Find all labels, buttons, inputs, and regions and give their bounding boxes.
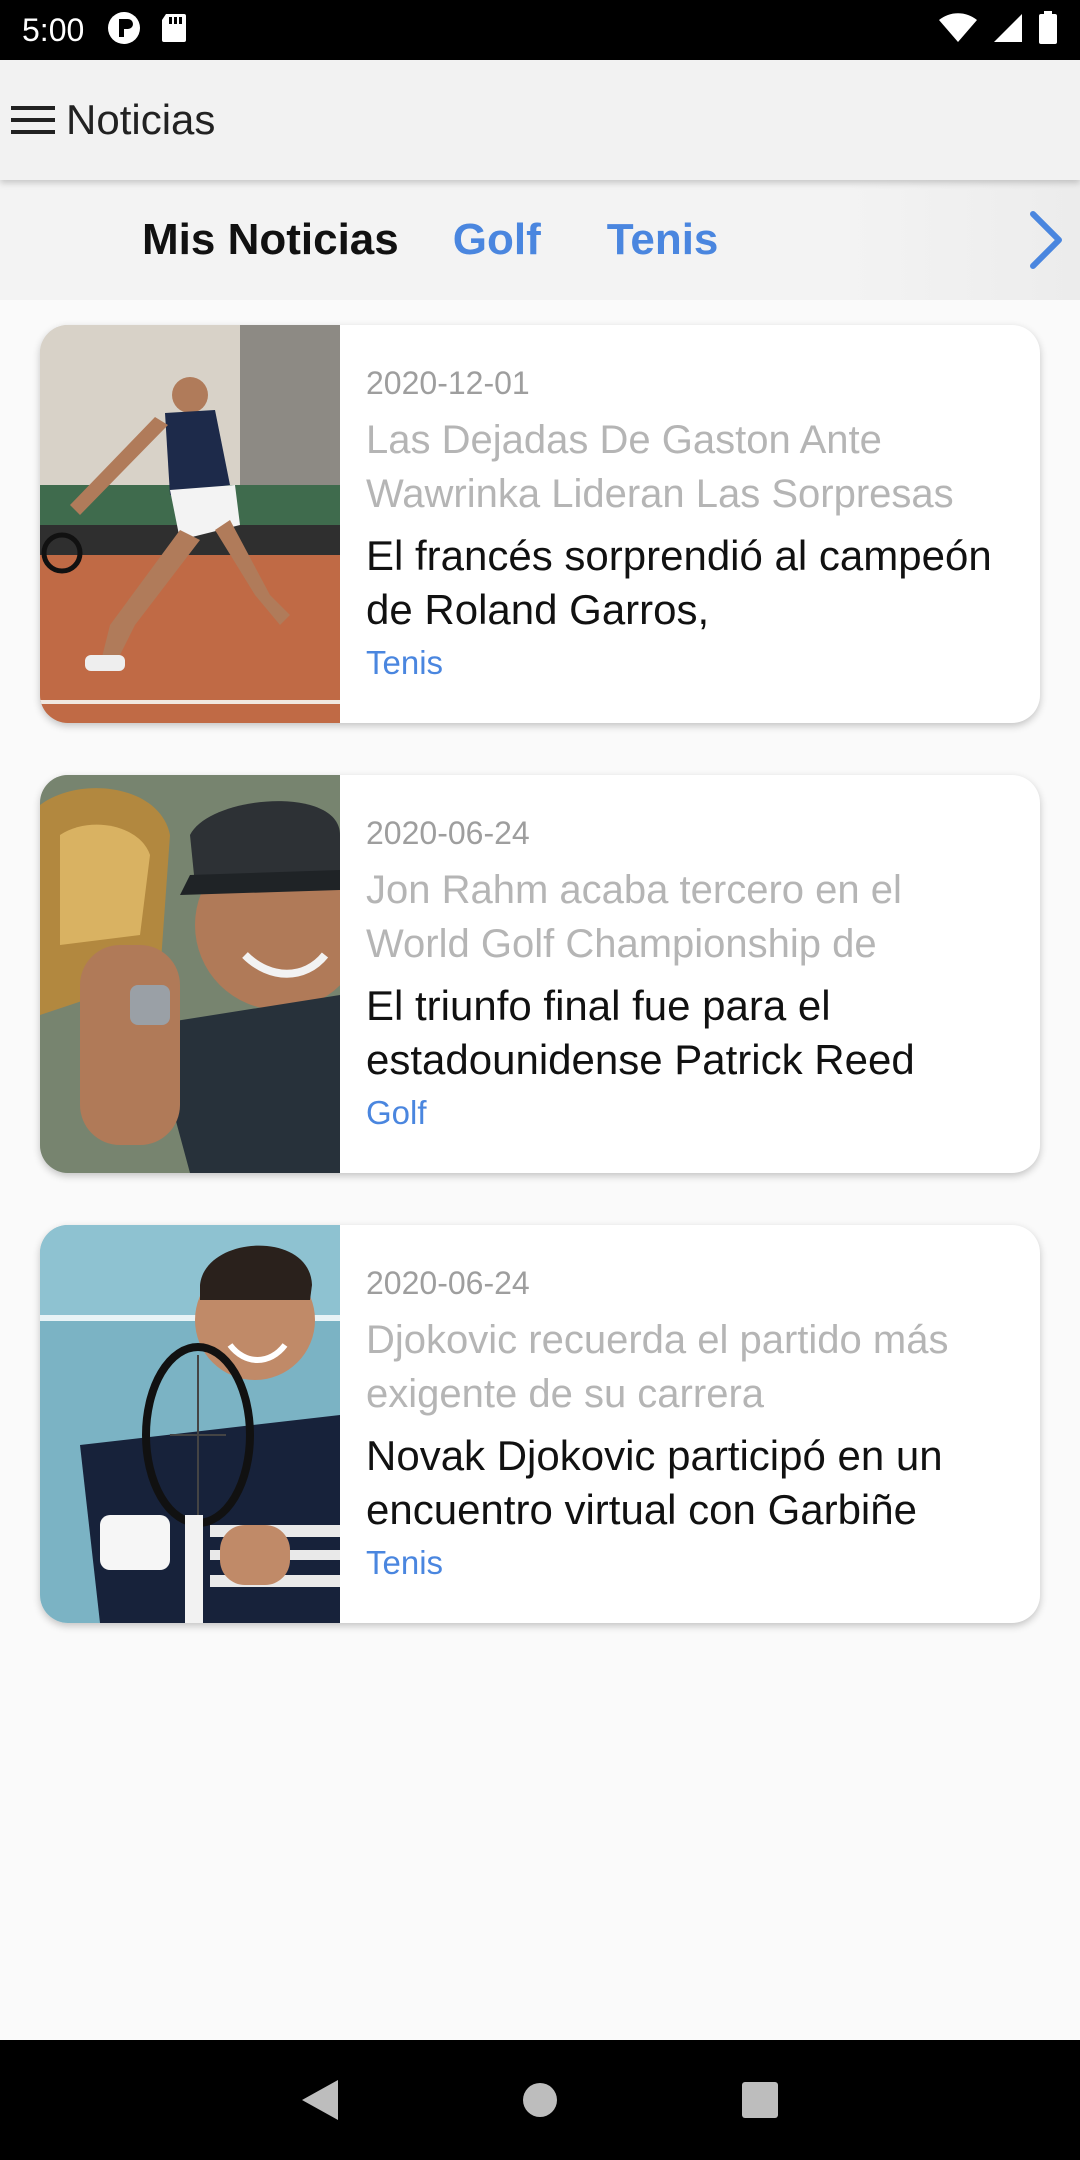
tab-mis-noticias[interactable]: Mis Noticias [142, 215, 399, 265]
app-bar: Noticias [0, 60, 1080, 180]
news-card[interactable]: 2020-06-24 Djokovic recuerda el partido … [40, 1225, 1040, 1623]
battery-icon [1038, 11, 1058, 49]
status-time: 5:00 [22, 11, 85, 48]
hamburger-menu-icon[interactable] [4, 90, 62, 150]
news-title: Las Dejadas De Gaston Ante Wawrinka Lide… [366, 418, 954, 516]
page-title: Noticias [66, 96, 216, 143]
news-summary: El triunfo final fue para el estadounide… [366, 982, 915, 1083]
news-card[interactable]: 2020-12-01 Las Dejadas De Gaston Ante Wa… [40, 325, 1040, 723]
privacy-icon [106, 10, 142, 50]
category-tabs: Mis Noticias Golf Tenis [0, 180, 1080, 300]
news-summary: Novak Djokovic participó en un encuentro… [366, 1432, 943, 1533]
news-title: Djokovic recuerda el partido más exigent… [366, 1318, 949, 1416]
back-icon[interactable] [270, 2050, 370, 2150]
wifi-icon [938, 12, 978, 48]
news-image [40, 1225, 340, 1623]
news-category[interactable]: Tenis [366, 1541, 1014, 1585]
news-date: 2020-06-24 [366, 1265, 530, 1301]
sd-card-icon [160, 12, 188, 48]
tab-tenis[interactable]: Tenis [607, 215, 719, 265]
news-image [40, 325, 340, 723]
chevron-right-icon[interactable] [1020, 210, 1070, 270]
signal-icon [992, 12, 1024, 48]
recents-icon[interactable] [710, 2050, 810, 2150]
system-nav-bar [0, 2040, 1080, 2160]
news-category[interactable]: Golf [366, 1091, 1014, 1135]
news-image [40, 775, 340, 1173]
tab-golf[interactable]: Golf [453, 215, 541, 265]
news-date: 2020-06-24 [366, 815, 530, 851]
home-icon[interactable] [490, 2050, 590, 2150]
news-date: 2020-12-01 [366, 365, 530, 401]
news-card[interactable]: 2020-06-24 Jon Rahm acaba tercero en el … [40, 775, 1040, 1173]
status-bar: 5:00 [0, 0, 1080, 60]
news-summary: El francés sorprendió al campeón de Rola… [366, 532, 992, 633]
news-category[interactable]: Tenis [366, 641, 1014, 685]
news-title: Jon Rahm acaba tercero en el World Golf … [366, 868, 902, 966]
